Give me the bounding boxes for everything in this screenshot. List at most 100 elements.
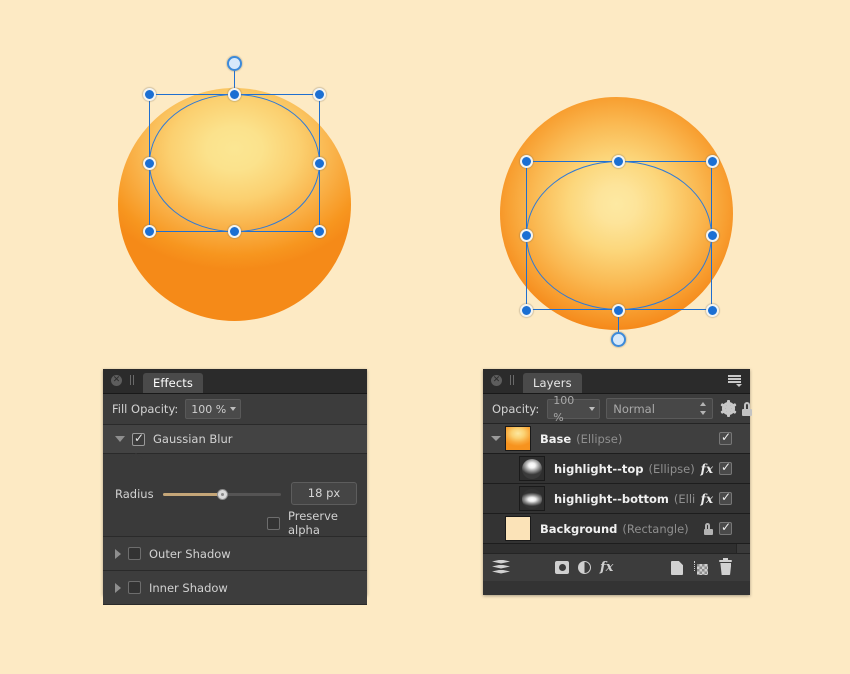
layers-panel-titlebar[interactable]: ✕ Layers [483, 369, 750, 394]
effect-section-outer-shadow[interactable]: Outer Shadow [103, 537, 367, 571]
radius-row: Radius 18 px [115, 482, 357, 505]
hamburger-menu-icon[interactable] [728, 374, 742, 387]
rotation-handle-right[interactable] [611, 332, 626, 347]
layers-panel: ✕ Layers Opacity: 100 % Normal Base (Ell… [483, 369, 753, 595]
slider-fill [162, 492, 222, 496]
gear-icon[interactable] [720, 400, 737, 417]
chevron-right-icon[interactable] [115, 548, 121, 559]
chevron-down-icon[interactable] [115, 436, 125, 442]
layer-visibility-checkbox[interactable] [719, 520, 732, 535]
layer-thumbnail-base[interactable] [505, 426, 531, 451]
chevron-down-icon[interactable] [589, 406, 596, 411]
layer-name-background: Background [540, 521, 618, 536]
layer-name-highlight-top: highlight--top [554, 461, 644, 476]
effect-section-inner-shadow[interactable]: Inner Shadow [103, 571, 367, 605]
layer-row-base[interactable]: Base (Ellipse) [483, 424, 750, 454]
opacity-input[interactable]: 100 % [547, 394, 601, 424]
close-icon[interactable]: ✕ [491, 375, 502, 386]
drag-grip-icon[interactable] [129, 375, 136, 385]
layer-type-highlight-top: (Ellipse) [648, 461, 695, 476]
resize-handle-top-right[interactable] [706, 155, 719, 168]
resize-handle-bottom-right[interactable] [313, 225, 326, 238]
resize-handle-top-center[interactable] [228, 88, 241, 101]
chevron-right-icon[interactable] [115, 582, 121, 593]
chevron-down-icon[interactable] [491, 436, 501, 441]
layer-row-controls: fx [695, 460, 732, 476]
opacity-value: 100 % [553, 393, 575, 424]
radius-slider[interactable] [162, 487, 281, 501]
effects-panel-titlebar[interactable]: ✕ Effects [103, 369, 367, 394]
inner-shadow-checkbox[interactable] [128, 581, 141, 594]
effects-panel: ✕ Effects Fill Opacity: 100 % Gaussian B… [103, 369, 367, 605]
resize-handle-top-right[interactable] [313, 88, 326, 101]
layer-thumbnail-highlight-top[interactable] [519, 456, 545, 481]
radius-value-input[interactable]: 18 px [291, 482, 357, 505]
tab-layers[interactable]: Layers [523, 373, 582, 393]
layer-lock-icon[interactable] [703, 522, 713, 535]
selection-ellipse-outline-right [526, 161, 712, 310]
add-effect-fx-icon[interactable]: fx [600, 560, 613, 575]
outer-shadow-checkbox[interactable] [128, 547, 141, 560]
resize-handle-bottom-center[interactable] [228, 225, 241, 238]
effect-section-gaussian-blur[interactable]: Gaussian Blur [103, 425, 367, 454]
layer-name-highlight-bottom: highlight--bottom [554, 491, 669, 506]
chevron-down-icon[interactable] [230, 407, 237, 411]
layer-row-controls [697, 520, 732, 535]
preserve-alpha-label: Preserve alpha [288, 509, 338, 537]
resize-handle-middle-right[interactable] [313, 157, 326, 170]
close-icon[interactable]: ✕ [111, 375, 122, 386]
radius-label: Radius [115, 486, 154, 501]
stepper-icon[interactable] [699, 402, 707, 415]
outer-shadow-label: Outer Shadow [149, 546, 231, 561]
layer-effects-fx-icon[interactable]: fx [701, 462, 713, 476]
selection-ellipse-outline-left [149, 94, 320, 232]
rotation-handle-left[interactable] [227, 56, 242, 71]
new-layer-icon[interactable] [671, 560, 684, 575]
fill-opacity-value: 100 % [191, 402, 227, 416]
resize-handle-top-left[interactable] [143, 88, 156, 101]
layer-visibility-checkbox[interactable] [719, 490, 732, 505]
duplicate-layer-icon[interactable] [694, 560, 709, 575]
preserve-alpha-row[interactable]: Preserve alpha [267, 509, 367, 537]
resize-handle-bottom-left[interactable] [520, 304, 533, 317]
resize-handle-middle-left[interactable] [143, 157, 156, 170]
fill-opacity-row: Fill Opacity: 100 % [103, 394, 367, 425]
preserve-alpha-checkbox[interactable] [267, 516, 280, 530]
resize-handle-bottom-left[interactable] [143, 225, 156, 238]
slider-thumb[interactable] [217, 488, 229, 500]
fill-opacity-input[interactable]: 100 % [185, 399, 242, 419]
fill-opacity-label: Fill Opacity: [112, 402, 179, 416]
add-mask-icon[interactable] [555, 561, 569, 574]
layer-visibility-checkbox[interactable] [719, 430, 732, 445]
layer-thumbnail-highlight-bottom[interactable] [519, 486, 545, 511]
gaussian-blur-checkbox[interactable] [132, 431, 145, 446]
resize-handle-bottom-right[interactable] [706, 304, 719, 317]
lock-icon[interactable] [741, 401, 753, 416]
resize-handle-top-center[interactable] [612, 155, 625, 168]
layer-row-controls [713, 430, 732, 445]
add-adjustment-icon[interactable] [578, 561, 591, 574]
layer-row-highlight-bottom[interactable]: highlight--bottom (Ellip fx [483, 484, 750, 514]
blend-mode-select[interactable]: Normal [606, 398, 713, 419]
layer-row-background[interactable]: Background (Rectangle) [483, 514, 750, 544]
layer-stack-icon[interactable] [492, 559, 510, 576]
drag-grip-icon[interactable] [509, 375, 516, 385]
resize-handle-middle-right[interactable] [706, 229, 719, 242]
gaussian-blur-label: Gaussian Blur [153, 432, 233, 446]
layer-options-row: Opacity: 100 % Normal [483, 394, 753, 424]
tab-effects[interactable]: Effects [143, 373, 203, 393]
layer-thumbnail-background[interactable] [505, 516, 531, 541]
layer-row-highlight-top[interactable]: highlight--top (Ellipse) fx [483, 454, 750, 484]
resize-handle-bottom-center[interactable] [612, 304, 625, 317]
section-notch-icon [129, 453, 143, 459]
layer-row-controls: fx [695, 490, 732, 506]
layer-list-empty-area [483, 544, 750, 553]
resize-handle-top-left[interactable] [520, 155, 533, 168]
resize-handle-middle-left[interactable] [520, 229, 533, 242]
inner-shadow-label: Inner Shadow [149, 580, 228, 595]
layer-effects-fx-icon[interactable]: fx [701, 492, 713, 506]
delete-layer-icon[interactable] [719, 558, 733, 575]
layer-list[interactable]: Base (Ellipse) highlight--top (Ellipse) … [483, 424, 750, 553]
layer-visibility-checkbox[interactable] [719, 460, 732, 475]
gaussian-blur-body: Radius 18 px Preserve alpha [103, 453, 367, 537]
